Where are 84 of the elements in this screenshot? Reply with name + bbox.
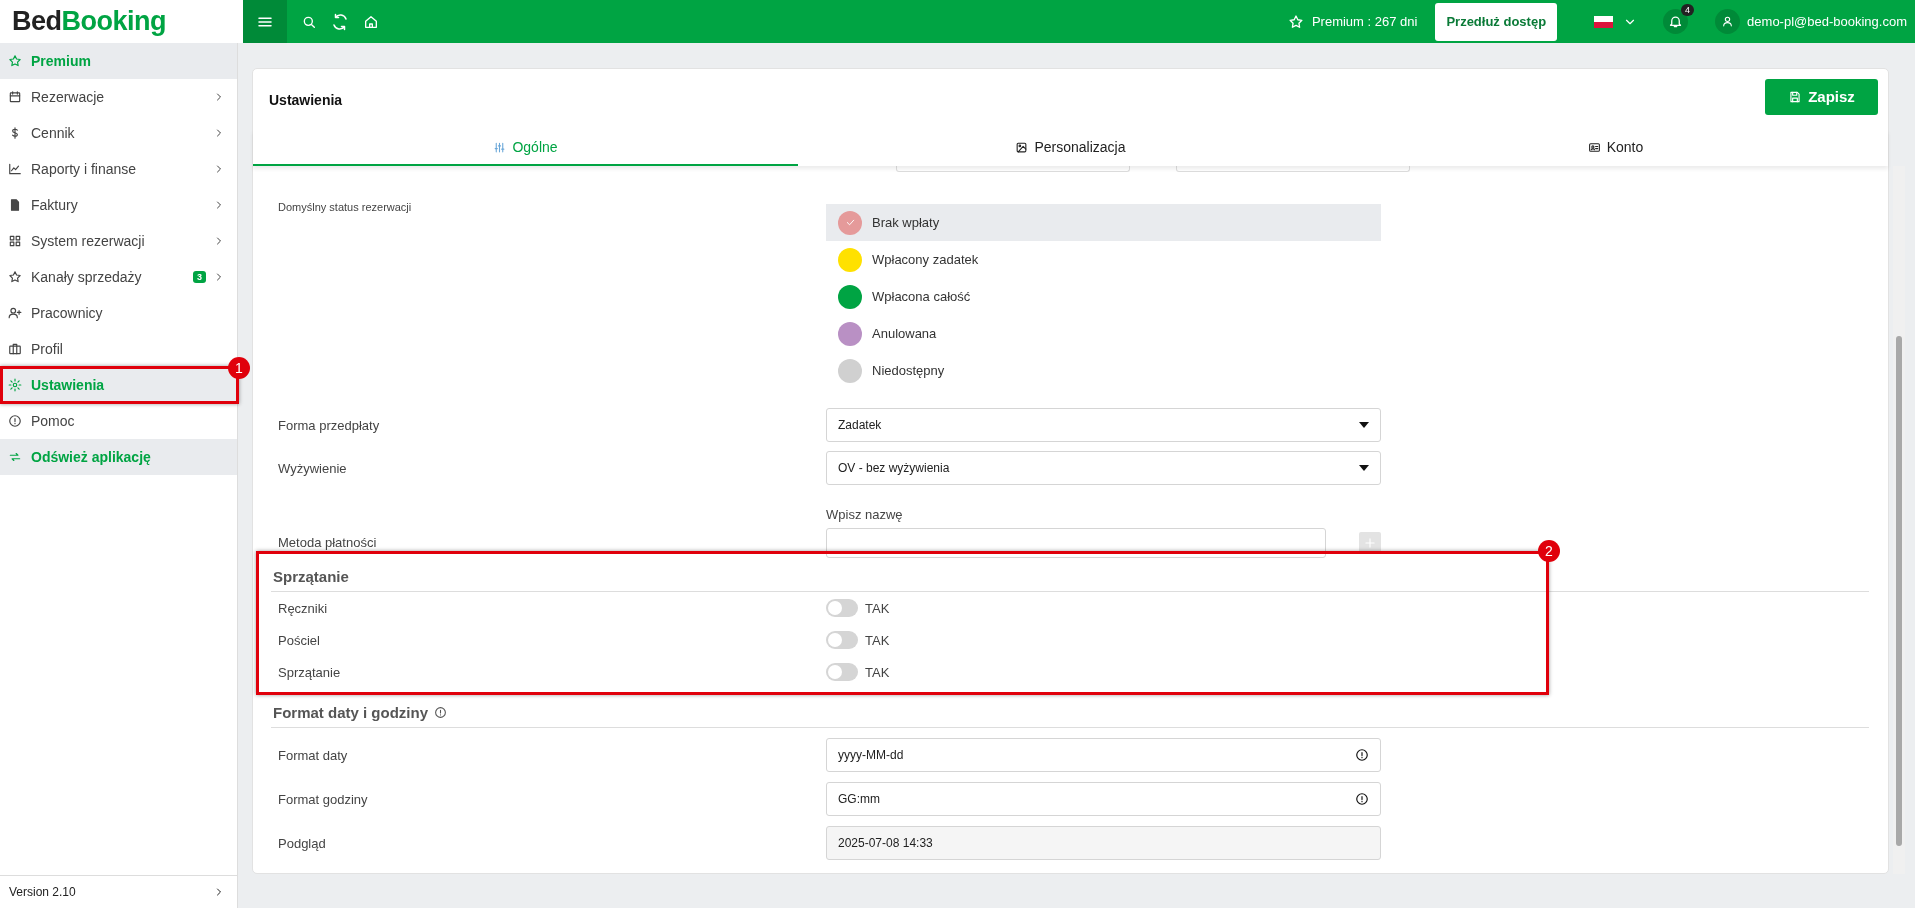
save-icon: [1788, 89, 1803, 104]
bell-icon: [1668, 14, 1684, 29]
scrollbar[interactable]: [1893, 166, 1905, 874]
refresh-button[interactable]: [331, 12, 349, 31]
setting-label: Forma przedpłaty: [277, 417, 381, 433]
field-label: Wpisz nazwę: [826, 507, 904, 522]
calendar-icon: [8, 90, 22, 104]
input-field[interactable]: GG:mm: [826, 782, 1381, 816]
home-button[interactable]: [363, 13, 379, 30]
info-icon: [1355, 792, 1369, 806]
setting-label: Sprzątanie: [277, 664, 342, 680]
plus-icon: [1363, 536, 1377, 550]
user-icon: [1721, 15, 1735, 28]
status-option[interactable]: Anulowana: [826, 315, 1381, 352]
annotation-number: 2: [1538, 540, 1560, 562]
settings-tab[interactable]: Personalizacja: [798, 130, 1343, 166]
input-field[interactable]: [1176, 166, 1410, 172]
toggle-switch[interactable]: [826, 631, 858, 649]
image-icon: [1015, 140, 1029, 154]
setting-label: Wyżywienie: [277, 460, 348, 476]
star-icon: [8, 54, 22, 68]
input-field[interactable]: yyyy-MM-dd: [826, 738, 1381, 772]
setting-label: Format daty: [277, 747, 349, 763]
add-button[interactable]: [1359, 532, 1381, 554]
page-title: Ustawienia: [269, 91, 343, 108]
caret-icon: [1359, 422, 1369, 428]
preview-field: 2025-07-08 14:33: [826, 826, 1381, 860]
sidebar-item[interactable]: Raporty i finanse: [0, 151, 237, 187]
menu-button[interactable]: [243, 0, 287, 43]
status-option[interactable]: Wpłacona całość: [826, 278, 1381, 315]
status-option[interactable]: Niedostępny: [826, 352, 1381, 389]
annotation-number: 1: [228, 357, 250, 379]
input-field[interactable]: [896, 166, 1130, 172]
sidebar-item[interactable]: Kanały sprzedaży 3: [0, 259, 237, 295]
extend-access-button[interactable]: Przedłuż dostęp: [1435, 2, 1558, 41]
sliders-icon: [493, 140, 507, 154]
info-icon: [434, 706, 447, 719]
input-field[interactable]: [826, 528, 1326, 558]
board-dropdown[interactable]: OV - bez wyżywienia: [826, 451, 1381, 485]
logo: BedBooking: [12, 6, 166, 37]
setting-label: Domyślny status rezerwacji: [277, 201, 413, 215]
sidebar-item[interactable]: Pomoc: [0, 403, 237, 439]
prepayment-dropdown[interactable]: Zadatek: [826, 408, 1381, 442]
setting-label: Format godziny: [277, 791, 369, 807]
toggle-label: TAK: [865, 664, 890, 680]
setting-label: Podgląd: [277, 835, 327, 851]
status-option[interactable]: Wpłacony zadatek: [826, 241, 1381, 278]
sidebar-item[interactable]: Pracownicy: [0, 295, 237, 331]
sidebar-item[interactable]: Faktury: [0, 187, 237, 223]
grid-icon: [8, 234, 22, 248]
document-icon: [8, 198, 22, 212]
toggle-label: TAK: [865, 600, 890, 616]
sidebar-item[interactable]: Rezerwacje: [0, 79, 237, 115]
toggle-switch[interactable]: [826, 663, 858, 681]
sidebar-item[interactable]: Cennik: [0, 115, 237, 151]
star-icon: [8, 270, 22, 284]
settings-tab[interactable]: Konto: [1343, 130, 1888, 166]
home-icon: [363, 13, 379, 30]
info-icon: [8, 414, 22, 428]
version-row[interactable]: Version 2.10: [0, 875, 237, 908]
premium-status: Premium : 267 dni: [1311, 14, 1418, 29]
setting-label: Ręczniki: [277, 600, 329, 616]
star-icon: [1287, 13, 1304, 30]
info-icon: [1355, 748, 1369, 762]
refresh-icon: [331, 12, 349, 31]
notifications-button[interactable]: [1663, 9, 1689, 34]
toggle-label: TAK: [865, 632, 890, 648]
setting-label: Pościel: [277, 632, 321, 648]
caret-icon: [1359, 465, 1369, 471]
briefcase-icon: [8, 342, 22, 356]
refresh-icon: [8, 450, 22, 464]
section-heading: Sprzątanie: [273, 568, 349, 585]
notification-count: 4: [1681, 4, 1695, 16]
settings-icon: [8, 378, 22, 392]
check-icon: [844, 217, 856, 228]
count-badge: 3: [193, 271, 206, 283]
contact-card-icon: [1587, 140, 1601, 154]
toggle-switch[interactable]: [826, 599, 858, 617]
chart-icon: [8, 162, 22, 176]
sidebar-item[interactable]: System rezerwacji: [0, 223, 237, 259]
setting-label: Metoda płatności: [277, 535, 378, 552]
user-plus-icon: [8, 306, 22, 320]
status-option[interactable]: Brak wpłaty: [826, 204, 1381, 241]
section-heading: Format daty i godziny: [273, 704, 428, 721]
